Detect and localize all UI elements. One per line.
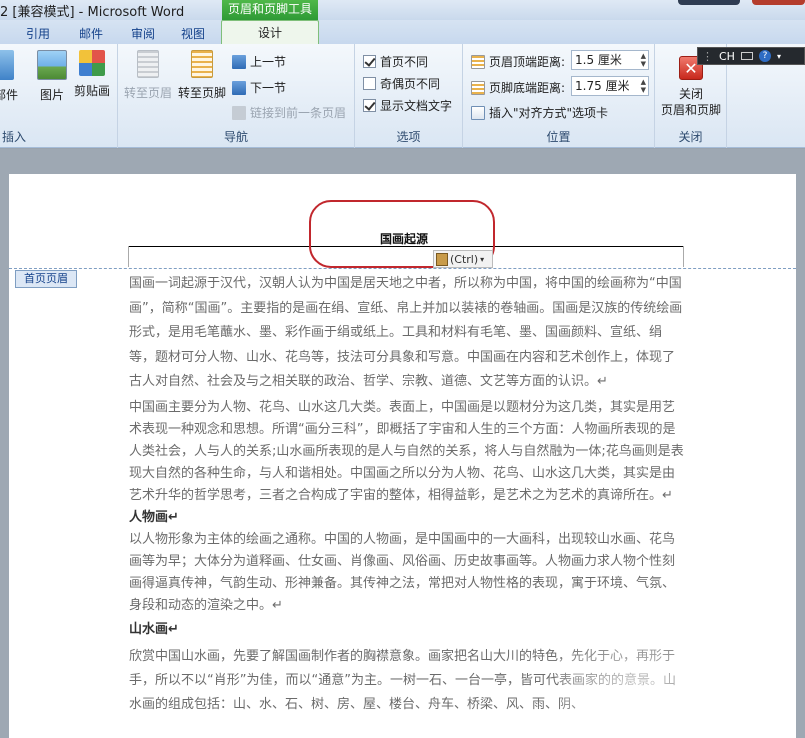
picture-button[interactable]: 图片 <box>37 50 67 103</box>
grip-icon: ⋮ <box>702 49 713 63</box>
position-group-label: 位置 <box>546 130 571 144</box>
tab-references[interactable]: 引用 <box>26 25 50 42</box>
goto-header-button[interactable]: 转至页眉 <box>124 50 172 101</box>
insert-group: 部件 图片 剪贴画 插入 <box>0 44 118 148</box>
show-document-text-checkbox[interactable]: 显示文档文字 <box>363 97 452 114</box>
clipart-label: 剪贴画 <box>74 84 111 98</box>
footer-position-icon <box>471 80 485 95</box>
goto-footer-label: 转至页脚 <box>178 86 227 100</box>
goto-header-icon <box>137 50 159 78</box>
navigation-group-label: 导航 <box>223 130 248 144</box>
header-top-distance: 页眉顶端距离: <box>471 53 565 70</box>
link-chain-icon <box>232 105 246 120</box>
previous-section-label: 上一节 <box>250 55 287 69</box>
header-left-guide <box>128 246 129 267</box>
first-page-different-label: 首页不同 <box>380 55 429 69</box>
quick-parts-label: 部件 <box>0 88 19 102</box>
quick-parts-button[interactable]: 部件 <box>0 50 18 103</box>
clipart-button[interactable]: 剪贴画 <box>74 50 110 99</box>
paragraph-3: 以人物形象为主体的绘画之通称。中国的人物画，是中国画中的一大画科，出现较山水画、… <box>129 531 676 613</box>
footer-bottom-distance-label: 页脚底端距离: <box>489 81 566 95</box>
navigation-group: 转至页眉 转至页脚 上一节 下一节 链接到前一条页眉 导航 <box>118 44 355 148</box>
watermark-blur <box>560 640 720 738</box>
picture-label: 图片 <box>39 88 64 102</box>
paragraph-2: 中国画主要分为人物、花鸟、山水这几大类。表面上，中国画是以题材分为这几类，其实是… <box>129 399 684 503</box>
link-to-previous-label: 链接到前一条页眉 <box>250 106 347 120</box>
previous-section-icon <box>232 54 246 69</box>
goto-footer-button[interactable]: 转至页脚 <box>178 50 226 101</box>
header-top-distance-input[interactable]: 1.5 厘米 ▲ ▼ <box>571 50 649 70</box>
keyboard-icon[interactable] <box>740 52 753 60</box>
quick-parts-icon <box>0 50 14 80</box>
spin-arrows-icon[interactable]: ▲ ▼ <box>641 52 646 68</box>
goto-footer-icon <box>191 50 213 78</box>
heading-landscape-painting: 山水画↵ <box>129 621 179 637</box>
paste-options-button[interactable]: (Ctrl) ▾ <box>433 250 493 268</box>
header-top-distance-label: 页眉顶端距离: <box>489 55 566 69</box>
picture-icon <box>37 50 67 80</box>
link-to-previous-button[interactable]: 链接到前一条页眉 <box>232 104 346 121</box>
insert-alignment-tab-button[interactable]: 插入"对齐方式"选项卡 <box>471 104 608 121</box>
show-document-text-check[interactable] <box>363 99 376 112</box>
close-button-line2: 页眉和页脚 <box>661 103 722 117</box>
options-group: 首页不同 奇偶页不同 显示文档文字 选项 <box>355 44 463 148</box>
title-bar: 2 [兼容模式] - Microsoft Word 页眉和页脚工具 <box>0 0 805 20</box>
odd-even-different-checkbox[interactable]: 奇偶页不同 <box>363 75 440 92</box>
close-button-line1: 关闭 <box>679 87 704 101</box>
paste-options-label: (Ctrl) <box>450 252 479 266</box>
tab-view[interactable]: 视图 <box>181 25 205 42</box>
alignment-tab-icon <box>471 105 485 120</box>
language-code: CH <box>719 49 735 63</box>
first-page-header-label: 首页页眉 <box>15 270 77 288</box>
heading-figure-painting: 人物画↵ <box>129 509 179 525</box>
header-right-guide <box>683 246 684 267</box>
goto-header-label: 转至页眉 <box>124 86 173 100</box>
options-group-label: 选项 <box>396 130 421 144</box>
footer-bottom-distance-input[interactable]: 1.75 厘米 ▲ ▼ <box>571 76 649 96</box>
options-arrow-icon[interactable]: ▾ <box>777 52 781 61</box>
context-tab-title: 页眉和页脚工具 <box>222 0 318 20</box>
ribbon: 部件 图片 剪贴画 插入 转至页眉 转至页脚 上一节 下一节 链接到前一条页眉 … <box>0 44 805 148</box>
close-header-footer-button[interactable]: ✕ 关闭 页眉和页脚 <box>661 56 721 118</box>
header-top-distance-value: 1.5 厘米 <box>575 53 622 67</box>
clipart-icon <box>79 50 105 76</box>
spin-arrows-icon[interactable]: ▲ ▼ <box>641 78 646 94</box>
chevron-down-icon: ▾ <box>480 254 485 264</box>
tab-review[interactable]: 审阅 <box>131 25 155 42</box>
footer-bottom-distance-value: 1.75 厘米 <box>575 79 630 93</box>
clipboard-icon <box>436 252 448 266</box>
window-title: 2 [兼容模式] - Microsoft Word <box>0 5 185 20</box>
close-group-label: 关闭 <box>678 130 703 144</box>
header-position-icon <box>471 54 485 69</box>
odd-even-different-check[interactable] <box>363 77 376 90</box>
next-section-button[interactable]: 下一节 <box>232 79 286 96</box>
language-bar[interactable]: ⋮ CH ? ▾ <box>697 47 805 65</box>
first-page-different-check[interactable] <box>363 55 376 68</box>
previous-section-button[interactable]: 上一节 <box>232 53 286 70</box>
footer-bottom-distance: 页脚底端距离: <box>471 79 565 96</box>
tab-design[interactable]: 设计 <box>221 20 319 46</box>
paragraph-1: 国画一词起源于汉代，汉朝人认为中国是居天地之中者，所以称为中国，将中国的绘画称为… <box>129 276 683 389</box>
header-boundary <box>9 268 796 269</box>
odd-even-different-label: 奇偶页不同 <box>380 77 441 91</box>
insert-group-label: 插入 <box>2 130 27 144</box>
close-window-button[interactable] <box>752 0 805 5</box>
ribbon-tabs: 引用 邮件 审阅 视图 设计 <box>0 20 805 46</box>
help-icon[interactable]: ? <box>758 50 771 62</box>
next-section-label: 下一节 <box>250 81 287 95</box>
tab-mailings[interactable]: 邮件 <box>79 25 103 42</box>
minimize-maximize-buttons[interactable] <box>678 0 740 5</box>
show-document-text-label: 显示文档文字 <box>380 99 453 113</box>
first-page-different-checkbox[interactable]: 首页不同 <box>363 53 428 70</box>
position-group: 页眉顶端距离: 1.5 厘米 ▲ ▼ 页脚底端距离: 1.75 厘米 ▲ ▼ 插入"… <box>463 44 655 148</box>
next-section-icon <box>232 80 246 95</box>
insert-alignment-tab-label: 插入"对齐方式"选项卡 <box>489 106 609 120</box>
